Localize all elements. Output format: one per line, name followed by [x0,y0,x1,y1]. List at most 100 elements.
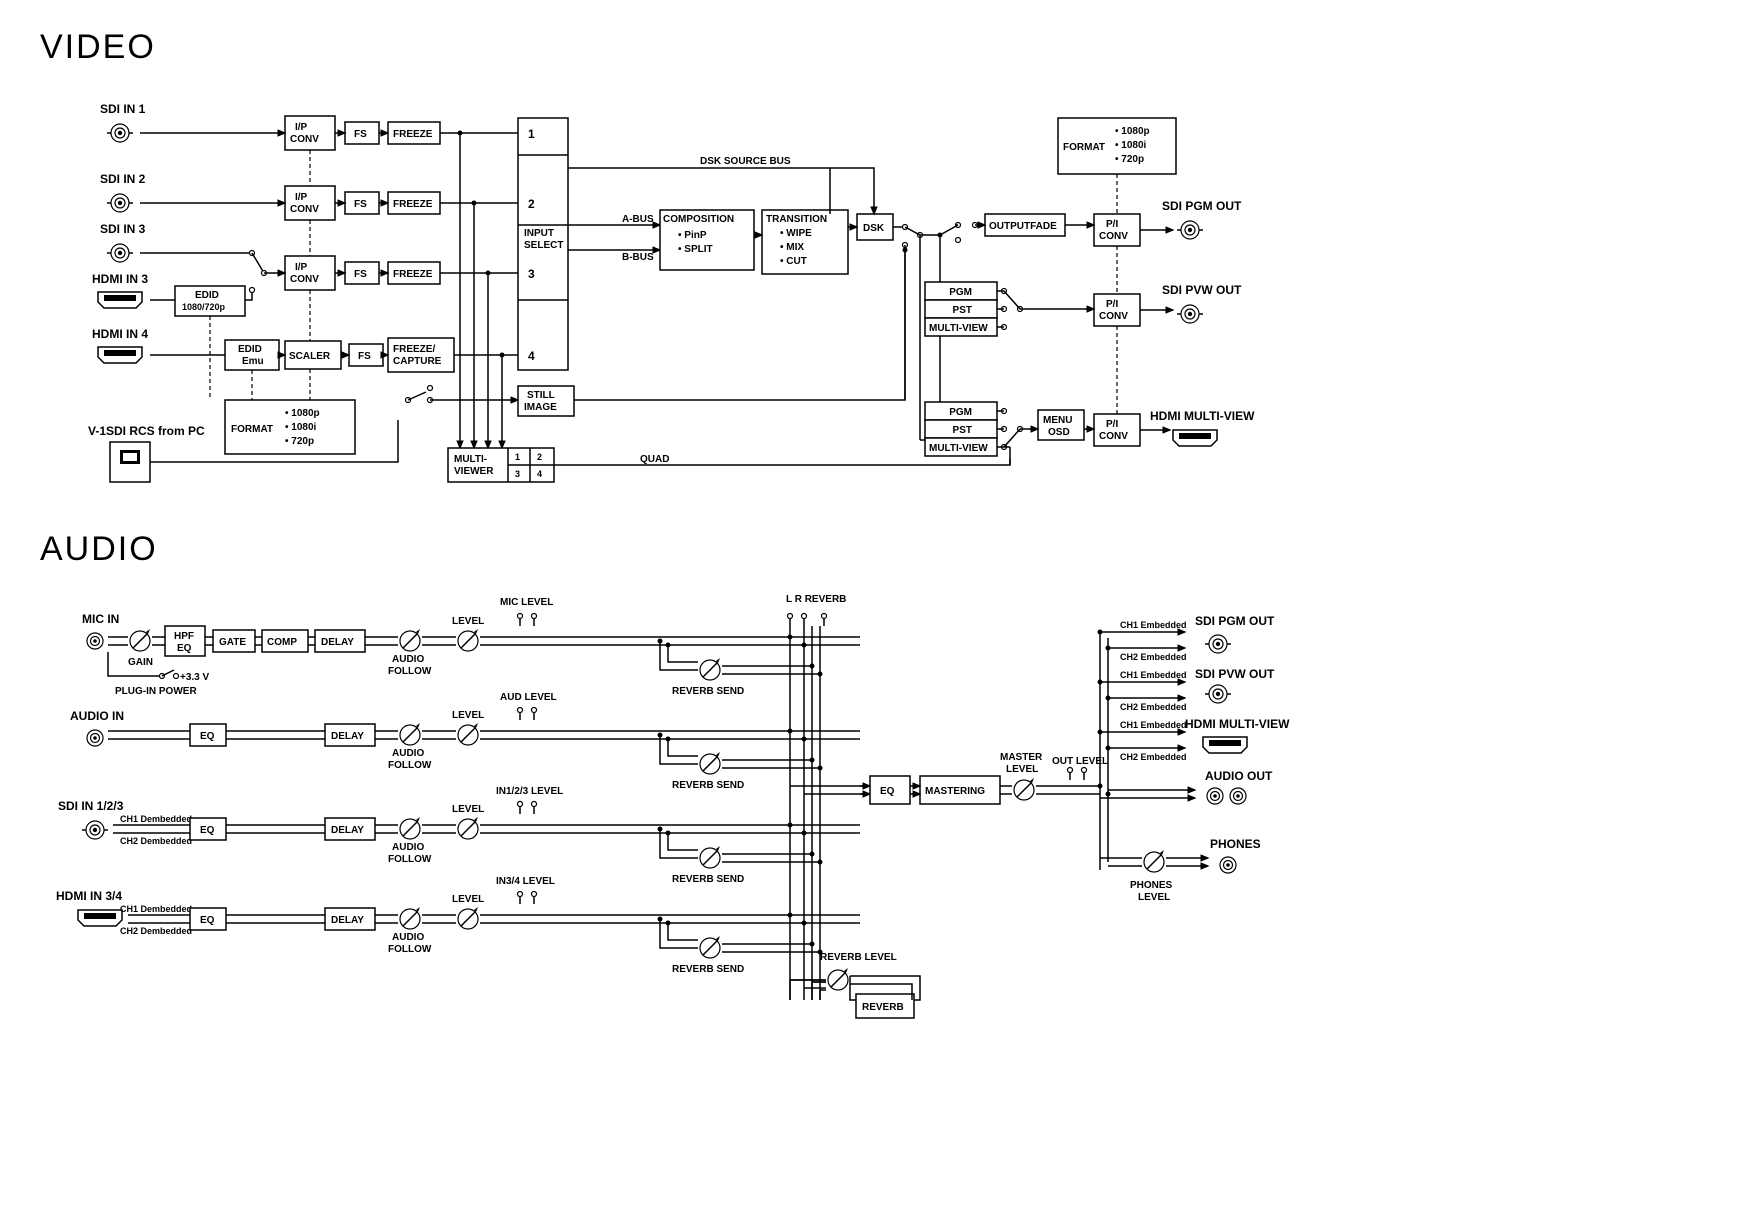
svg-text:3: 3 [515,469,520,479]
svg-text:CONV: CONV [290,204,319,215]
svg-text:CONV: CONV [290,134,319,145]
svg-text:PGM: PGM [949,407,972,418]
format-out-label: FORMAT [1063,142,1105,153]
dsk-src-label: DSK SOURCE BUS [700,156,791,167]
svg-text:CAPTURE: CAPTURE [393,356,442,367]
edid-1-l1: EDID [195,290,219,301]
svg-text:MULTI-VIEW: MULTI-VIEW [929,323,988,334]
ch2emb-1: CH2 Embedded [1120,652,1187,662]
edid-2-l1: EDID [238,344,262,355]
svg-text:FREEZE/: FREEZE/ [393,344,435,355]
format-720p: • 720p [285,436,314,447]
lvl-2: LEVEL [452,710,484,721]
svg-text:I/P: I/P [295,192,308,203]
bnc-icon [1205,685,1231,703]
svg-text:FREEZE: FREEZE [393,199,433,210]
hdmi-icon [98,347,142,363]
svg-text:PST: PST [953,425,972,436]
ch1emb-1: CH1 Embedded [1120,620,1187,630]
gate-label: GATE [219,637,246,648]
ch2demb-2: CH2 Dembedded [120,926,192,936]
svg-text:P/I: P/I [1106,219,1118,230]
svg-text:VIEWER: VIEWER [454,466,494,477]
svg-text:FREEZE: FREEZE [393,129,433,140]
ch2demb-1: CH2 Dembedded [120,836,192,846]
svg-text:PST: PST [953,305,972,316]
rev-send-4: REVERB SEND [672,964,744,975]
svg-text:EQ: EQ [177,643,192,654]
svg-text:FOLLOW: FOLLOW [388,666,432,677]
lvl-4: LEVEL [452,894,484,905]
svg-text:AUDIO: AUDIO [392,932,424,943]
trs-icon [87,730,103,746]
fo-2: • 1080i [1115,140,1147,151]
svg-text:AUDIO: AUDIO [392,654,424,665]
svg-text:FS: FS [354,129,367,140]
mic-in-label: MIC IN [82,612,119,626]
hdmi-icon [1173,430,1217,446]
sel-1: 1 [528,127,535,141]
svg-text:CONV: CONV [1099,431,1128,442]
in123-label: IN1/2/3 LEVEL [496,786,563,797]
cut: • CUT [780,256,807,267]
video-inputs: SDI IN 1 SDI IN 2 SDI IN 3 HDMI IN 3 HDM… [92,102,148,363]
bnc-icon [107,244,133,262]
svg-text:OSD: OSD [1048,427,1070,438]
bnc-icon [107,124,133,142]
audio-wires [108,637,860,923]
reverb-label: REVERB [862,1002,904,1013]
delay-4: DELAY [331,915,364,926]
bnc-icon [1205,635,1231,653]
bnc-icon [107,194,133,212]
bnc-icon [1177,221,1203,239]
svg-text:CONV: CONV [1099,311,1128,322]
fo-3: • 720p [1115,154,1144,165]
eq-2: EQ [200,825,215,836]
wipe: • WIPE [780,228,812,239]
sdi-in-1-label: SDI IN 1 [100,102,146,116]
ch1emb-2: CH1 Embedded [1120,670,1187,680]
trs-icon [87,633,103,649]
svg-text:HPF: HPF [174,631,194,642]
svg-text:4: 4 [537,469,542,479]
svg-text:MULTI-VIEW: MULTI-VIEW [929,443,988,454]
hdmi-icon [98,292,142,308]
master-level-knob [1014,778,1034,800]
eq-master: EQ [880,786,895,797]
sel-2: 2 [528,197,535,211]
format-1080i: • 1080i [285,422,317,433]
bnc-icon [1177,305,1203,323]
svg-text:1: 1 [515,452,520,462]
a-phones: PHONES [1210,837,1261,851]
ch1demb-2: CH1 Dembedded [120,904,192,914]
sdi-row: CH1 Dembedded CH2 Dembedded EQ DELAY AUD… [120,786,744,885]
comp-label: COMP [267,637,297,648]
svg-text:PGM: PGM [949,287,972,298]
trs-icon [1230,788,1246,804]
abus-label: A-BUS [622,214,654,225]
audio-in-row: EQ DELAY AUDIOFOLLOW LEVEL AUD LEVEL REV… [190,692,744,791]
plugin-power-label: PLUG-IN POWER [115,686,197,697]
quad-label: QUAD [640,454,669,465]
hdmi-mv-label: HDMI MULTI-VIEW [1150,409,1255,423]
mastering-label: MASTERING [925,786,985,797]
audio-in-label: AUDIO IN [70,709,124,723]
svg-text:INPUT: INPUT [524,228,554,239]
sdi-in-3-label: SDI IN 3 [100,222,146,236]
bnc-icon [82,821,108,839]
pinp: • PinP [678,230,707,241]
sdi-in-2-label: SDI IN 2 [100,172,146,186]
a-sdi-pvw: SDI PVW OUT [1195,667,1275,681]
a-audio-out: AUDIO OUT [1205,769,1273,783]
aud-level-label: AUD LEVEL [500,692,557,703]
eq-1: EQ [200,731,215,742]
trs-icon [1207,788,1223,804]
heading-audio: AUDIO [40,530,158,568]
svg-text:FS: FS [354,269,367,280]
sdi-pgm-out-label: SDI PGM OUT [1162,199,1242,213]
hdmi-icon [1203,737,1247,753]
format-label: FORMAT [231,424,273,435]
svg-text:2: 2 [537,452,542,462]
edid-1-l2: 1080/720p [182,302,226,312]
svg-text:SELECT: SELECT [524,240,563,251]
